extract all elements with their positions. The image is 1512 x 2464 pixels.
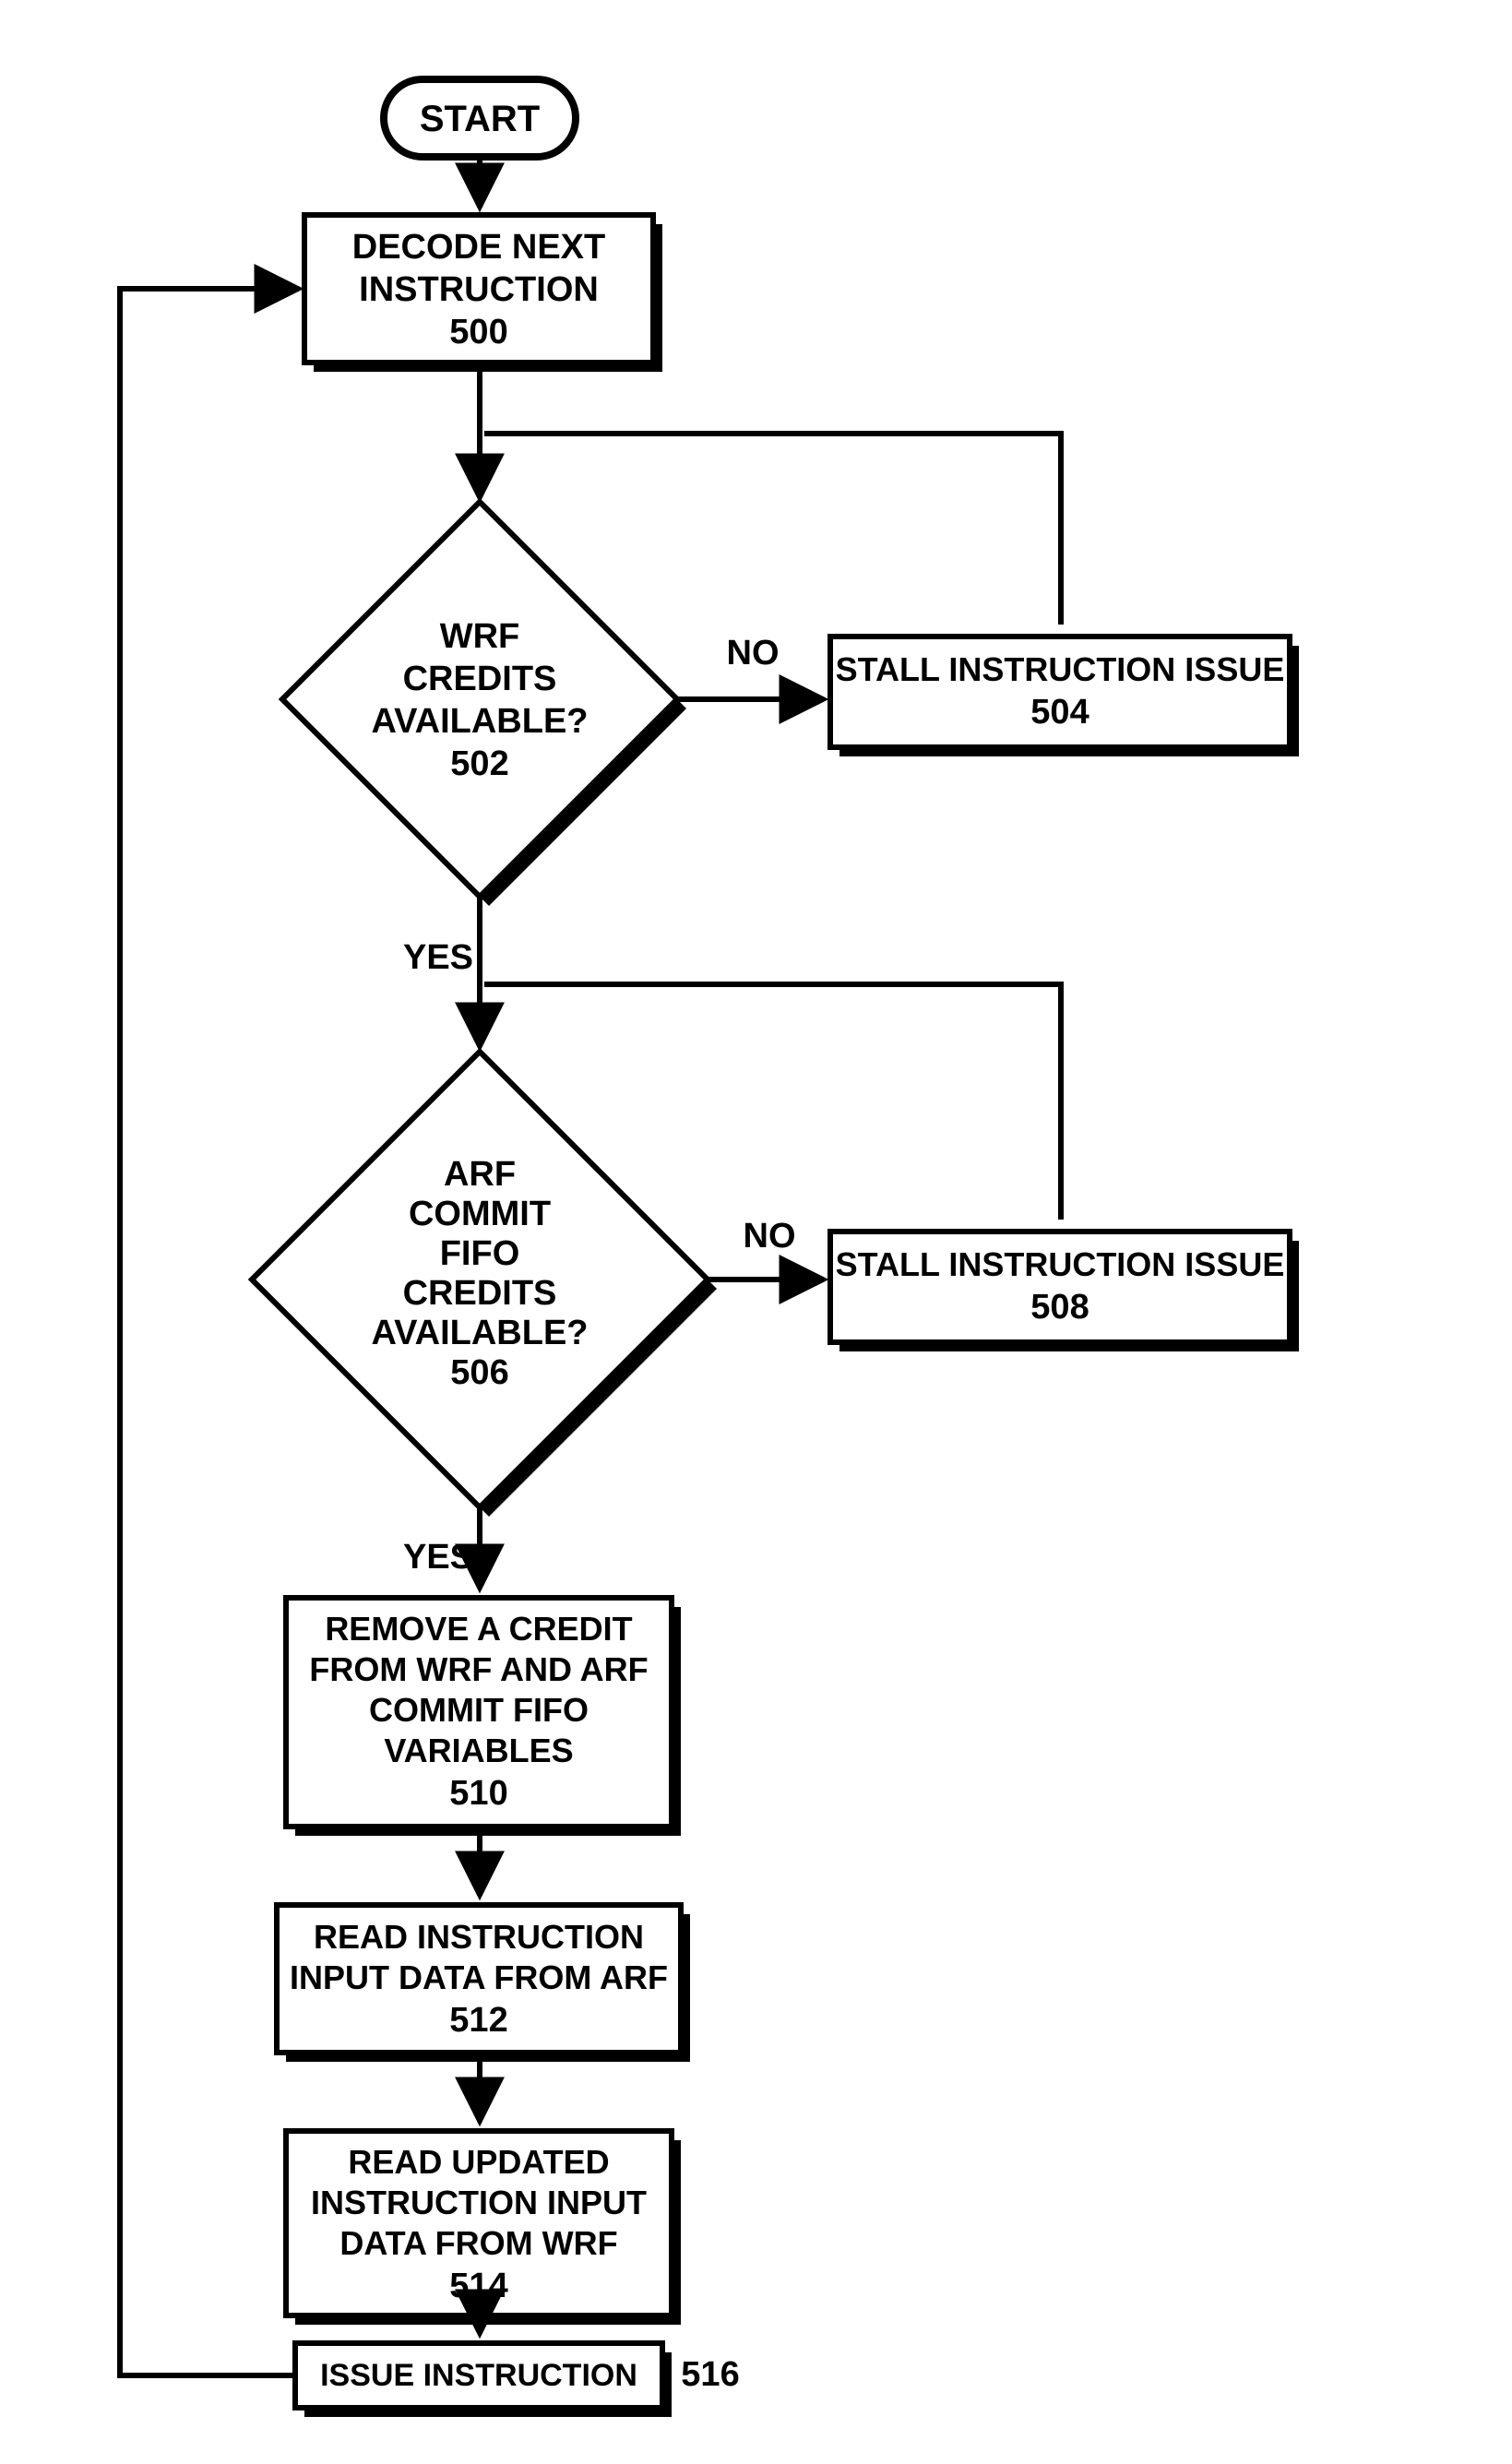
svg-text:DATA FROM WRF: DATA FROM WRF	[339, 2224, 617, 2262]
svg-text:510: 510	[449, 1774, 507, 1813]
svg-text:COMMIT: COMMIT	[409, 1195, 551, 1233]
svg-text:READ INSTRUCTION: READ INSTRUCTION	[314, 1918, 644, 1956]
svg-text:STALL INSTRUCTION ISSUE: STALL INSTRUCTION ISSUE	[836, 1245, 1285, 1283]
svg-text:ARF: ARF	[444, 1155, 516, 1194]
svg-text:FROM WRF AND ARF: FROM WRF AND ARF	[309, 1650, 648, 1688]
svg-text:502: 502	[450, 744, 508, 783]
start-terminator: START	[384, 79, 576, 157]
start-label: START	[420, 99, 540, 139]
no-label-1: NO	[727, 634, 780, 673]
node-arf-diamond: ARF COMMIT FIFO CREDITS AVAILABLE? 506	[252, 1052, 717, 1517]
svg-text:DECODE NEXT: DECODE NEXT	[352, 228, 605, 267]
node-remove-credit: REMOVE A CREDIT FROM WRF AND ARF COMMIT …	[286, 1598, 681, 1836]
node-stall-508: STALL INSTRUCTION ISSUE 508	[830, 1232, 1299, 1351]
svg-text:514: 514	[449, 2267, 507, 2305]
node-wrf-diamond: WRF CREDITS AVAILABLE? 502	[282, 502, 686, 906]
svg-text:CREDITS: CREDITS	[403, 1274, 557, 1313]
svg-text:WRF: WRF	[440, 617, 520, 656]
svg-text:VARIABLES: VARIABLES	[384, 1732, 573, 1769]
yes-label-1: YES	[403, 938, 473, 977]
node-read-arf: READ INSTRUCTION INPUT DATA FROM ARF 512	[277, 1905, 690, 2062]
node-read-wrf: READ UPDATED INSTRUCTION INPUT DATA FROM…	[286, 2131, 681, 2325]
svg-text:CREDITS: CREDITS	[403, 660, 557, 698]
svg-text:500: 500	[449, 313, 507, 351]
svg-text:COMMIT FIFO: COMMIT FIFO	[369, 1691, 589, 1729]
svg-text:INSTRUCTION INPUT: INSTRUCTION INPUT	[311, 2184, 647, 2221]
svg-text:516: 516	[681, 2355, 739, 2394]
svg-text:INSTRUCTION: INSTRUCTION	[359, 270, 599, 309]
node-stall-504: STALL INSTRUCTION ISSUE 504	[830, 637, 1299, 756]
svg-text:ISSUE INSTRUCTION: ISSUE INSTRUCTION	[320, 2358, 637, 2393]
flowchart: START DECODE NEXT INSTRUCTION 500 WRF CR…	[0, 0, 1512, 2464]
svg-text:STALL INSTRUCTION ISSUE: STALL INSTRUCTION ISSUE	[836, 650, 1285, 688]
svg-text:READ UPDATED: READ UPDATED	[348, 2143, 609, 2181]
node-decode: DECODE NEXT INSTRUCTION 500	[304, 215, 662, 372]
loop-back-edge	[120, 289, 299, 2375]
yes-label-2: YES	[403, 1538, 473, 1577]
no-label-2: NO	[744, 1217, 796, 1256]
svg-text:AVAILABLE?: AVAILABLE?	[371, 702, 588, 741]
svg-text:506: 506	[450, 1353, 508, 1392]
svg-text:INPUT DATA FROM ARF: INPUT DATA FROM ARF	[290, 1958, 668, 1996]
svg-text:REMOVE A CREDIT: REMOVE A CREDIT	[325, 1610, 632, 1648]
svg-text:512: 512	[449, 2001, 507, 2040]
svg-text:508: 508	[1030, 1288, 1089, 1327]
svg-text:FIFO: FIFO	[440, 1234, 520, 1273]
svg-text:504: 504	[1030, 693, 1089, 732]
svg-text:AVAILABLE?: AVAILABLE?	[371, 1314, 588, 1352]
node-issue: ISSUE INSTRUCTION 516	[295, 2343, 740, 2417]
